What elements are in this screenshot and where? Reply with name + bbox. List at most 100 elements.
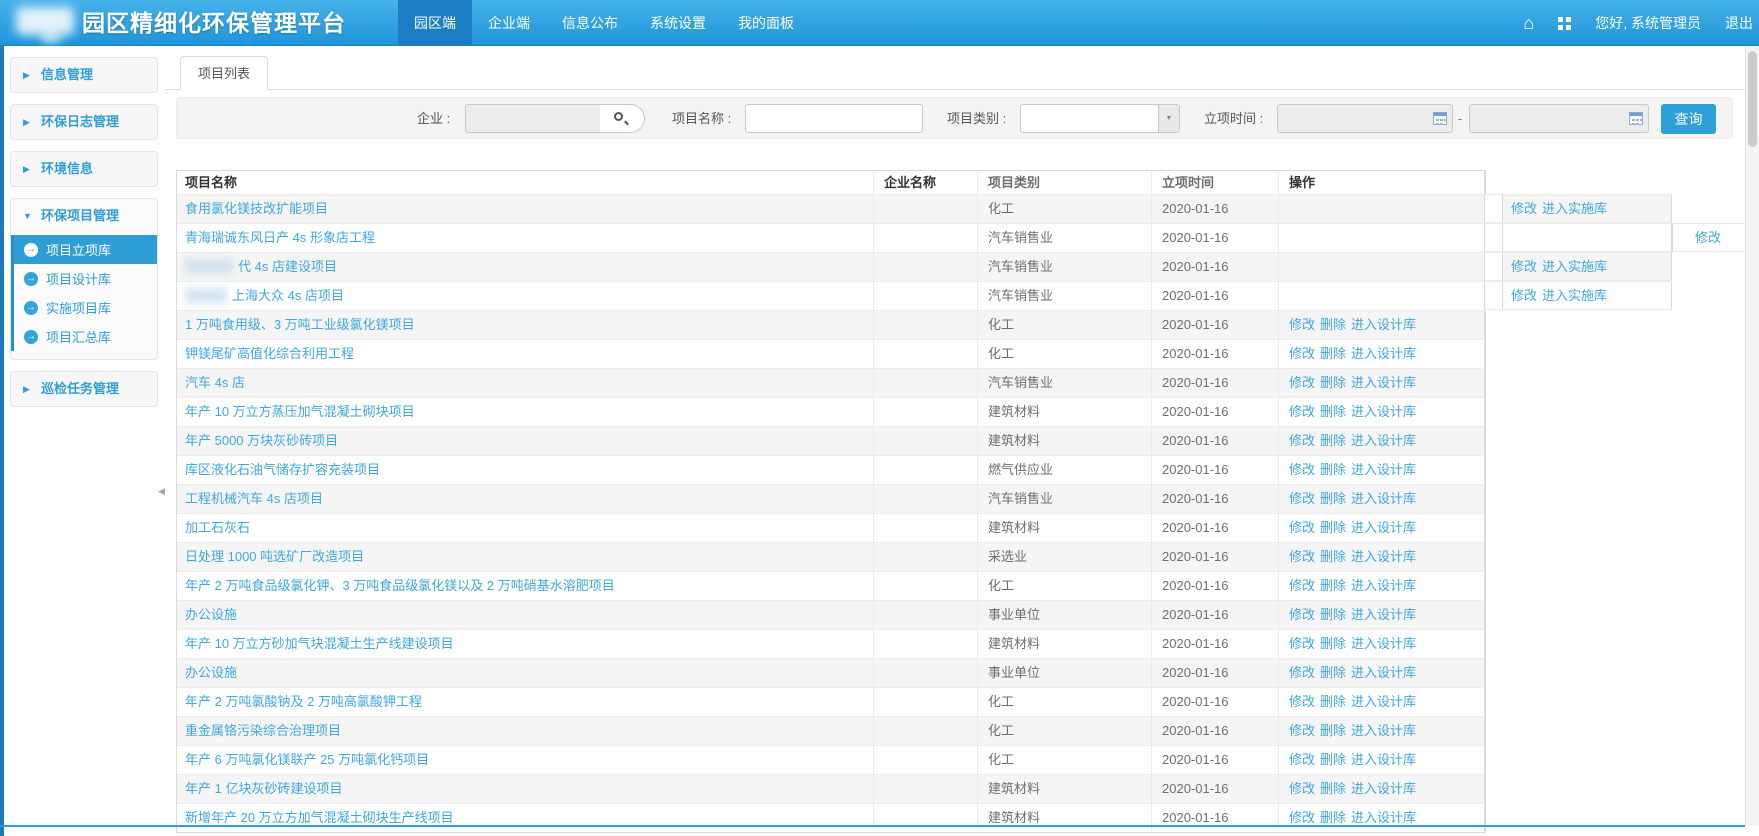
modify-link[interactable]: 修改 (1289, 810, 1315, 825)
modify-link[interactable]: 修改 (1289, 549, 1315, 564)
delete-link[interactable]: 删除 (1320, 578, 1346, 593)
date-from-input[interactable] (1277, 104, 1453, 133)
project-name-link[interactable]: 办公设施 (185, 665, 237, 680)
project-name-link[interactable]: 年产 6 万吨氯化镁联产 25 万吨氯化钙项目 (185, 752, 429, 767)
company-input[interactable] (465, 104, 601, 133)
delete-link[interactable]: 删除 (1320, 752, 1346, 767)
sidebar-group-header[interactable]: ▼环保项目管理 (11, 199, 157, 233)
calendar-icon[interactable] (1629, 112, 1643, 125)
home-icon[interactable]: ⌂ (1523, 14, 1534, 32)
delete-link[interactable]: 删除 (1320, 433, 1346, 448)
sidebar-group-header[interactable]: ▶环境信息 (11, 152, 157, 186)
logout-link[interactable]: 退出 (1725, 13, 1753, 33)
modify-link[interactable]: 修改 (1289, 346, 1315, 361)
enter-design-library-link[interactable]: 进入设计库 (1351, 317, 1416, 332)
project-name-link[interactable]: 汽车 4s 店 (185, 375, 245, 390)
modify-link[interactable]: 修改 (1695, 230, 1721, 245)
query-button[interactable]: 查询 (1661, 104, 1716, 134)
modify-link[interactable]: 修改 (1511, 259, 1537, 274)
project-name-link[interactable]: 库区液化石油气储存扩容充装项目 (185, 462, 380, 477)
collapse-panel-icon[interactable]: ◀ (158, 486, 165, 497)
enter-design-library-link[interactable]: 进入设计库 (1351, 694, 1416, 709)
delete-link[interactable]: 删除 (1320, 607, 1346, 622)
dropdown-arrow-icon[interactable]: ▼ (1158, 105, 1179, 132)
enter-design-library-link[interactable]: 进入设计库 (1351, 346, 1416, 361)
modify-link[interactable]: 修改 (1511, 288, 1537, 303)
modify-link[interactable]: 修改 (1289, 491, 1315, 506)
project-name-link[interactable]: 年产 1 亿块灰砂砖建设项目 (185, 781, 342, 796)
enter-design-library-link[interactable]: 进入设计库 (1351, 491, 1416, 506)
delete-link[interactable]: 删除 (1320, 665, 1346, 680)
date-to-input[interactable] (1469, 104, 1649, 133)
project-name-link[interactable]: 年产 10 万立方蒸压加气混凝土砌块项目 (185, 404, 415, 419)
enter-implementation-library-link[interactable]: 进入实施库 (1542, 288, 1607, 303)
delete-link[interactable]: 删除 (1320, 549, 1346, 564)
project-name-link[interactable]: 办公设施 (185, 607, 237, 622)
sidebar-group-header[interactable]: ▶环保日志管理 (11, 105, 157, 139)
calendar-icon[interactable] (1433, 112, 1447, 125)
project-name-link[interactable]: 加工石灰石 (185, 520, 250, 535)
project-name-link[interactable]: 青海瑞诚东风日产 4s 形象店工程 (185, 230, 375, 245)
enter-design-library-link[interactable]: 进入设计库 (1351, 752, 1416, 767)
project-name-link[interactable]: 年产 5000 万块灰砂砖项目 (185, 433, 338, 448)
modify-link[interactable]: 修改 (1289, 462, 1315, 477)
modify-link[interactable]: 修改 (1289, 752, 1315, 767)
project-name-link[interactable]: 年产 10 万立方砂加气块混凝土生产线建设项目 (185, 636, 454, 651)
sidebar-item-selected[interactable]: →项目立项库 (14, 235, 157, 264)
project-name-link[interactable]: 工程机械汽车 4s 店项目 (185, 491, 323, 506)
enter-implementation-library-link[interactable]: 进入实施库 (1542, 259, 1607, 274)
enter-design-library-link[interactable]: 进入设计库 (1351, 607, 1416, 622)
delete-link[interactable]: 删除 (1320, 375, 1346, 390)
delete-link[interactable]: 删除 (1320, 723, 1346, 738)
delete-link[interactable]: 删除 (1320, 491, 1346, 506)
modify-link[interactable]: 修改 (1289, 520, 1315, 535)
sidebar-item-link[interactable]: →项目汇总库 (14, 322, 157, 351)
enter-design-library-link[interactable]: 进入设计库 (1351, 636, 1416, 651)
apps-grid-icon[interactable] (1558, 17, 1571, 30)
project-name-link[interactable]: 1 万吨食用级、3 万吨工业级氯化镁项目 (185, 317, 415, 332)
modify-link[interactable]: 修改 (1289, 636, 1315, 651)
tab-project-list[interactable]: 项目列表 (180, 56, 268, 90)
sidebar-group-header[interactable]: ▶信息管理 (11, 58, 157, 92)
modify-link[interactable]: 修改 (1289, 607, 1315, 622)
delete-link[interactable]: 删除 (1320, 462, 1346, 477)
enter-design-library-link[interactable]: 进入设计库 (1351, 433, 1416, 448)
modify-link[interactable]: 修改 (1289, 433, 1315, 448)
sidebar-item-link[interactable]: →实施项目库 (14, 293, 157, 322)
project-category-select[interactable]: ▼ (1020, 104, 1180, 133)
delete-link[interactable]: 删除 (1320, 346, 1346, 361)
modify-link[interactable]: 修改 (1289, 781, 1315, 796)
modify-link[interactable]: 修改 (1511, 201, 1537, 216)
enter-implementation-library-link[interactable]: 进入实施库 (1542, 201, 1607, 216)
top-nav-item[interactable]: 企业端 (472, 0, 546, 46)
modify-link[interactable]: 修改 (1289, 375, 1315, 390)
delete-link[interactable]: 删除 (1320, 317, 1346, 332)
modify-link[interactable]: 修改 (1289, 723, 1315, 738)
project-name-input[interactable] (745, 104, 923, 133)
project-name-link[interactable]: 年产 2 万吨氯酸钠及 2 万吨高氯酸钾工程 (185, 694, 422, 709)
enter-design-library-link[interactable]: 进入设计库 (1351, 375, 1416, 390)
modify-link[interactable]: 修改 (1289, 317, 1315, 332)
delete-link[interactable]: 删除 (1320, 520, 1346, 535)
delete-link[interactable]: 删除 (1320, 404, 1346, 419)
enter-design-library-link[interactable]: 进入设计库 (1351, 781, 1416, 796)
modify-link[interactable]: 修改 (1289, 578, 1315, 593)
modify-link[interactable]: 修改 (1289, 665, 1315, 680)
project-name-link[interactable]: 重金属铬污染综合治理项目 (185, 723, 341, 738)
enter-design-library-link[interactable]: 进入设计库 (1351, 462, 1416, 477)
delete-link[interactable]: 删除 (1320, 810, 1346, 825)
top-nav-item[interactable]: 园区端 (398, 0, 472, 46)
modify-link[interactable]: 修改 (1289, 694, 1315, 709)
enter-design-library-link[interactable]: 进入设计库 (1351, 723, 1416, 738)
scrollbar-thumb[interactable] (1748, 51, 1757, 147)
project-name-link[interactable]: 钾镁尾矿高值化综合利用工程 (185, 346, 354, 361)
enter-design-library-link[interactable]: 进入设计库 (1351, 549, 1416, 564)
project-name-link[interactable]: 日处理 1000 吨选矿厂改造项目 (185, 549, 364, 564)
enter-design-library-link[interactable]: 进入设计库 (1351, 665, 1416, 680)
sidebar-group-header[interactable]: ▶巡检任务管理 (11, 372, 157, 406)
project-name-link[interactable]: 新增年产 20 万立方加气混凝土砌块生产线项目 (185, 810, 454, 825)
project-name-link[interactable]: 食用氯化镁技改扩能项目 (185, 201, 328, 216)
delete-link[interactable]: 删除 (1320, 781, 1346, 796)
project-name-link[interactable]: 年产 2 万吨食品级氯化钾、3 万吨食品级氯化镁以及 2 万吨硝基水溶肥项目 (185, 578, 615, 593)
top-nav-item[interactable]: 信息公布 (546, 0, 634, 46)
